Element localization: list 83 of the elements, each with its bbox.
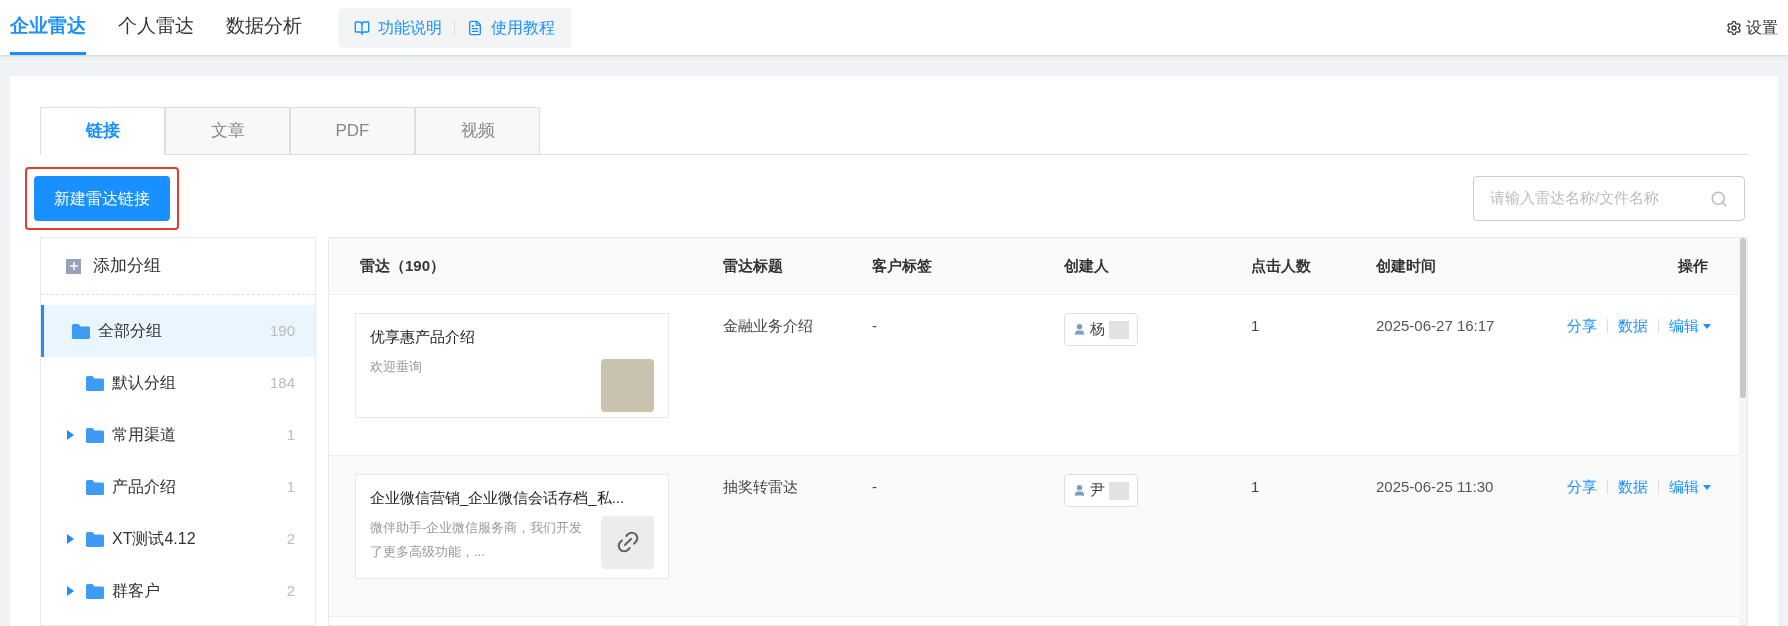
group-item[interactable]: 全部分组 190 bbox=[41, 305, 315, 357]
group-name: 产品介绍 bbox=[112, 477, 176, 497]
group-name: XT测试4.12 bbox=[112, 529, 196, 549]
redaction-block bbox=[1109, 320, 1129, 339]
folder-icon bbox=[86, 531, 104, 547]
plus-icon bbox=[66, 258, 81, 274]
folder-icon bbox=[86, 479, 104, 495]
settings-button[interactable]: 设置 bbox=[1726, 15, 1778, 40]
content-tab[interactable]: 视频 bbox=[415, 107, 540, 155]
group-name: 全部分组 bbox=[98, 321, 162, 341]
column-header: 雷达标题 bbox=[723, 255, 784, 276]
add-group-button[interactable]: 添加分组 bbox=[41, 238, 315, 295]
action-link[interactable]: 编辑 bbox=[1669, 476, 1711, 499]
column-header: 雷达（190） bbox=[360, 255, 447, 276]
content-tab[interactable]: 链接 bbox=[40, 107, 165, 155]
group-count: 2 bbox=[286, 528, 295, 549]
content-tab[interactable]: 文章 bbox=[165, 107, 290, 155]
action-link[interactable]: 分享 bbox=[1567, 476, 1597, 499]
help-link[interactable]: 使用教程 bbox=[467, 15, 555, 40]
caret-icon[interactable] bbox=[66, 430, 74, 440]
help-link[interactable]: 功能说明 bbox=[354, 15, 442, 40]
action-link[interactable]: 编辑 bbox=[1669, 315, 1711, 338]
scrollbar-thumb[interactable] bbox=[1740, 238, 1746, 398]
radar-card[interactable]: 企业微信营销_企业微信会话存档_私... 微伴助手-企业微信服务商，我们开发了更多高级功能，... bbox=[355, 474, 669, 579]
settings-icon bbox=[1726, 19, 1742, 36]
group-item[interactable]: 产品介绍 1 bbox=[41, 461, 315, 513]
folder-icon bbox=[72, 323, 90, 339]
user-icon bbox=[1073, 484, 1086, 497]
action-link[interactable]: 数据 bbox=[1618, 315, 1648, 338]
group-count: 184 bbox=[269, 372, 295, 393]
group-item[interactable]: 常用渠道 1 bbox=[41, 409, 315, 461]
user-icon bbox=[1073, 323, 1086, 336]
caret-icon[interactable] bbox=[66, 534, 74, 544]
group-item[interactable]: 默认分组 184 bbox=[41, 357, 315, 409]
nav-tab[interactable]: 数据分析 bbox=[226, 0, 302, 55]
nav-tab[interactable]: 个人雷达 bbox=[118, 0, 194, 55]
column-header: 创建人 bbox=[1064, 255, 1110, 276]
tags-cell-text: - bbox=[872, 477, 878, 497]
group-item[interactable]: XT测试4.12 2 bbox=[41, 513, 315, 565]
content-tab[interactable]: PDF bbox=[290, 107, 415, 155]
search-input[interactable]: 请输入雷达名称/文件名称 bbox=[1490, 187, 1710, 210]
creator-tag: 杨 bbox=[1064, 313, 1138, 346]
group-count: 1 bbox=[286, 424, 295, 445]
clicks-cell-text: 1 bbox=[1251, 477, 1261, 497]
group-count: 190 bbox=[269, 320, 295, 341]
creator-tag: 尹 bbox=[1064, 474, 1138, 507]
card-description: 欢迎垂询 bbox=[370, 357, 423, 376]
photo-placeholder bbox=[601, 358, 654, 412]
clicks-cell-text: 1 bbox=[1251, 316, 1261, 336]
action-link[interactable]: 分享 bbox=[1567, 315, 1597, 338]
action-link[interactable]: 数据 bbox=[1618, 476, 1648, 499]
group-count: 1 bbox=[286, 476, 295, 497]
card-title: 企业微信营销_企业微信会话存档_私... bbox=[370, 488, 626, 508]
column-header: 操作 bbox=[1677, 255, 1708, 276]
radar-title-cell-text: 抽奖转雷达 bbox=[723, 477, 799, 497]
caret-icon bbox=[1703, 323, 1711, 329]
book-icon bbox=[354, 19, 370, 36]
card-title: 优享惠产品介绍 bbox=[370, 327, 476, 347]
nav-tab[interactable]: 企业雷达 bbox=[10, 0, 86, 55]
caret-icon bbox=[1703, 484, 1711, 490]
caret-icon[interactable] bbox=[66, 586, 74, 596]
column-header: 点击人数 bbox=[1251, 255, 1312, 276]
radar-card[interactable]: 优享惠产品介绍 欢迎垂询 bbox=[355, 313, 669, 418]
created-time-cell-text: 2025-06-25 11:30 bbox=[1376, 477, 1495, 497]
created-time-cell-text: 2025-06-27 16:17 bbox=[1376, 316, 1496, 336]
group-count: 2 bbox=[286, 580, 295, 601]
group-name: 默认分组 bbox=[112, 373, 176, 393]
folder-icon bbox=[86, 375, 104, 391]
card-description: 微伴助手-企业微信服务商，我们开发了更多高级功能，... bbox=[370, 518, 584, 561]
group-name: 群客户 bbox=[112, 581, 160, 601]
folder-icon bbox=[86, 583, 104, 599]
new-radar-link-button[interactable]: 新建雷达链接 bbox=[34, 176, 170, 221]
group-name: 常用渠道 bbox=[112, 425, 176, 445]
redaction-block bbox=[1109, 481, 1129, 500]
tags-cell-text: - bbox=[872, 316, 878, 336]
search-field[interactable]: 请输入雷达名称/文件名称 bbox=[1473, 176, 1745, 221]
column-header: 客户标签 bbox=[872, 255, 933, 276]
document-icon bbox=[467, 19, 483, 36]
search-icon bbox=[1710, 189, 1728, 208]
folder-icon bbox=[86, 427, 104, 443]
radar-title-cell-text: 金融业务介绍 bbox=[723, 316, 814, 336]
column-header: 创建时间 bbox=[1376, 255, 1437, 276]
group-item[interactable]: 群客户 2 bbox=[41, 565, 315, 617]
